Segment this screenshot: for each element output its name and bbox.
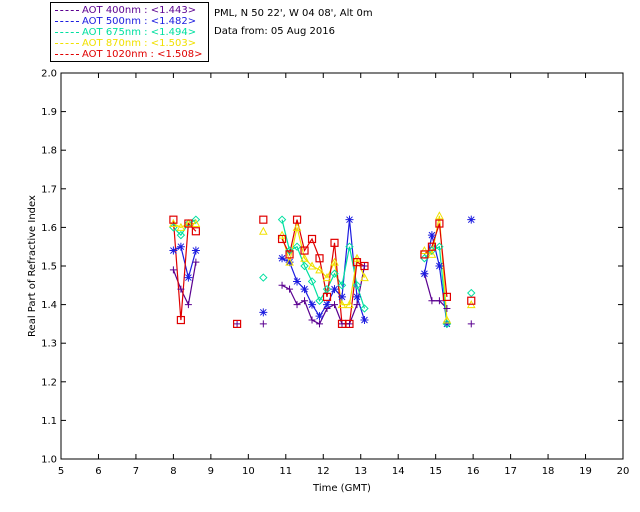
y-tick-label: 1.0 [41, 455, 57, 466]
data-point [184, 273, 193, 282]
data-point [259, 215, 268, 224]
data-point [352, 292, 361, 301]
x-tick-label: 20 [617, 466, 630, 477]
data-point [308, 316, 316, 324]
y-tick-label: 1.9 [41, 107, 57, 118]
chart: 5 6 7 8 9 10 11 12 13 14 15 16 17 18 19 20 1.0 1.1 1.2 1.3 1… [27, 69, 629, 495]
legend-swatch [55, 31, 79, 33]
data-point [420, 246, 429, 255]
y-tick-label: 1.2 [41, 377, 57, 388]
x-tick-label: 11 [279, 466, 292, 477]
y-axis-label: Real Part of Refractive Index [27, 195, 38, 337]
data-point [338, 320, 346, 328]
legend-item-870: AOT 870nm : <1.503> [55, 38, 196, 49]
x-tick-label: 10 [242, 466, 255, 477]
x-tick-label: 14 [392, 466, 405, 477]
data-point [293, 277, 302, 286]
data-point [360, 262, 368, 270]
legend-label: AOT 870nm : <1.503> [82, 38, 197, 49]
y-tick-label: 1.1 [41, 416, 57, 427]
legend-item-675: AOT 675nm : <1.494> [55, 27, 196, 38]
x-axis-label: Time (GMT) [312, 483, 371, 494]
x-tick-label: 18 [542, 466, 555, 477]
x-tick-label: 8 [170, 466, 176, 477]
legend-swatch [55, 42, 79, 44]
y-tick-label: 2.0 [41, 69, 57, 80]
data-point [184, 301, 192, 309]
data-point [301, 297, 309, 305]
legend: AOT 400nm : <1.443> AOT 500nm : <1.482> … [50, 2, 209, 62]
data-point [191, 246, 200, 255]
data-point [300, 285, 309, 294]
data-point [420, 269, 429, 278]
legend-item-500: AOT 500nm : <1.482> [55, 16, 196, 27]
y-tick-label: 1.7 [41, 184, 57, 195]
data-point [259, 273, 268, 282]
series-lines [172, 215, 448, 325]
legend-label: AOT 1020nm : <1.508> [82, 49, 203, 60]
data-point [278, 254, 287, 263]
x-tick-label: 13 [354, 466, 367, 477]
x-tick-label: 19 [579, 466, 592, 477]
legend-swatch [55, 20, 79, 22]
x-tick-label: 12 [317, 466, 330, 477]
data-point [233, 320, 241, 328]
data-point [330, 285, 339, 294]
y-tick-label: 1.8 [41, 146, 57, 157]
x-tick-label: 15 [429, 466, 442, 477]
y-tick-label: 1.4 [41, 300, 57, 311]
data-point [345, 320, 353, 328]
legend-label: AOT 400nm : <1.443> [82, 5, 197, 16]
data-point [467, 320, 475, 328]
y-tick-label: 1.6 [41, 223, 57, 234]
data-point [345, 215, 354, 224]
plot-area [60, 72, 624, 460]
x-tick-label: 6 [95, 466, 101, 477]
data-point [308, 300, 317, 309]
data-point [259, 308, 268, 317]
x-tick-label: 9 [208, 466, 214, 477]
series-line [281, 219, 365, 325]
data-point [316, 320, 324, 328]
data-point [467, 215, 476, 224]
legend-swatch [55, 9, 79, 11]
data-point [315, 312, 324, 321]
data-point [427, 231, 436, 240]
data-point [323, 300, 332, 309]
x-tick-label: 16 [467, 466, 480, 477]
data-date: Data from: 05 Aug 2016 [214, 26, 335, 37]
data-point [467, 288, 476, 298]
data-point [435, 262, 444, 270]
x-tick-label: 5 [58, 466, 64, 477]
data-point [176, 242, 185, 251]
data-point [293, 301, 301, 309]
legend-item-1020: AOT 1020nm : <1.508> [55, 49, 202, 60]
legend-item-400: AOT 400nm : <1.443> [55, 5, 196, 16]
x-tick-label: 17 [504, 466, 517, 477]
y-tick-label: 1.5 [41, 262, 57, 273]
data-point [258, 226, 268, 235]
legend-label: AOT 500nm : <1.482> [82, 16, 197, 27]
data-point [338, 292, 346, 301]
x-tick-label: 7 [133, 466, 139, 477]
ticks: 5 6 7 8 9 10 11 12 13 14 15 16 17 18 19 20 1.0 1.1 1.2 1.3 1… [41, 69, 629, 478]
data-point [169, 246, 178, 255]
data-point [360, 316, 369, 325]
data-point [428, 297, 436, 305]
data-point [259, 320, 267, 328]
data-point [278, 281, 286, 289]
legend-label: AOT 675nm : <1.494> [82, 27, 197, 38]
data-point [331, 301, 339, 309]
data-point [169, 266, 177, 274]
legend-swatch [55, 53, 79, 55]
site-info: PML, N 50 22', W 04 08', Alt 0m [214, 8, 373, 19]
data-point [353, 301, 361, 309]
data-point [286, 285, 294, 293]
y-tick-label: 1.3 [41, 339, 57, 350]
